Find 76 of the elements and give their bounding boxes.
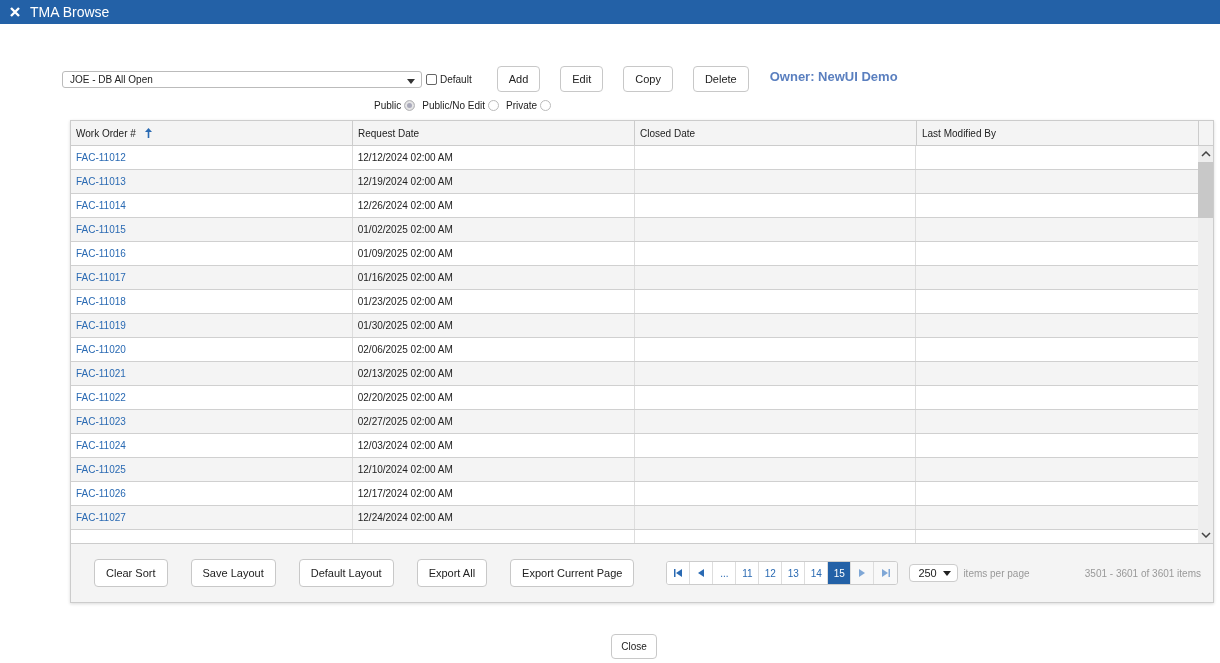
work-order-link[interactable]: FAC-11024 bbox=[76, 440, 126, 451]
radio-label: Public/No Edit bbox=[422, 100, 486, 111]
column-header[interactable]: Work Order # bbox=[71, 121, 353, 145]
work-order-link[interactable]: FAC-11020 bbox=[76, 344, 126, 355]
work-order-link[interactable]: FAC-11027 bbox=[76, 512, 126, 523]
last-page-icon bbox=[881, 569, 890, 577]
owner-label: Owner: NewUI Demo bbox=[769, 68, 898, 84]
default-checkbox[interactable] bbox=[426, 73, 437, 85]
table-cell: 12/12/2024 02:00 AM bbox=[357, 152, 453, 163]
work-order-link[interactable]: FAC-11013 bbox=[76, 176, 126, 187]
table-cell: 01/02/2025 02:00 AM bbox=[357, 224, 453, 235]
table-cell: 02/06/2025 02:00 AM bbox=[357, 344, 453, 355]
first-page-button[interactable] bbox=[667, 562, 691, 584]
table-cell: 12/26/2024 02:00 AM bbox=[357, 200, 453, 211]
footer-button[interactable]: Clear Sort bbox=[94, 559, 168, 587]
work-order-link[interactable]: FAC-11012 bbox=[76, 152, 126, 163]
radio-label: Private bbox=[506, 100, 538, 111]
column-header[interactable]: Closed Date bbox=[635, 121, 917, 145]
table-cell: 01/16/2025 02:00 AM bbox=[357, 272, 453, 283]
table-cell: 01/30/2025 02:00 AM bbox=[357, 320, 453, 331]
work-order-link[interactable]: FAC-11022 bbox=[76, 392, 126, 403]
footer-button[interactable]: Export Current Page bbox=[510, 559, 635, 587]
work-order-link[interactable]: FAC-11019 bbox=[76, 320, 126, 331]
page-button[interactable]: 15 bbox=[828, 562, 852, 584]
table-cell: 12/03/2024 02:00 AM bbox=[357, 440, 453, 451]
caret-icon bbox=[407, 78, 415, 84]
footer-button[interactable]: Export All bbox=[416, 559, 488, 587]
scroll-up-icon[interactable] bbox=[1201, 151, 1211, 157]
radio-button[interactable] bbox=[540, 100, 552, 111]
page-size-select[interactable]: 250 bbox=[909, 564, 959, 582]
table-cell: 02/27/2025 02:00 AM bbox=[357, 416, 453, 427]
first-page-icon bbox=[674, 569, 683, 577]
column-header[interactable]: Last Modified By bbox=[917, 121, 1199, 145]
work-order-link[interactable]: FAC-11026 bbox=[76, 488, 126, 499]
scrollbar[interactable] bbox=[1198, 146, 1213, 543]
work-order-link[interactable]: FAC-11025 bbox=[76, 464, 126, 475]
sort-arrow-icon bbox=[144, 128, 152, 138]
footer-button[interactable]: Save Layout bbox=[190, 559, 276, 587]
table-cell: 12/17/2024 02:00 AM bbox=[357, 488, 453, 499]
page-size-label: items per page bbox=[963, 567, 1030, 579]
scroll-down-icon[interactable] bbox=[1201, 532, 1211, 538]
work-order-link[interactable]: FAC-11014 bbox=[76, 200, 126, 211]
column-header[interactable]: Request Date bbox=[353, 121, 635, 145]
layout-select[interactable]: JOE - DB All Open bbox=[62, 70, 422, 88]
work-order-link[interactable]: FAC-11016 bbox=[76, 248, 126, 259]
scroll-thumb[interactable] bbox=[1198, 162, 1213, 218]
toolbar-button[interactable]: Copy bbox=[623, 66, 673, 92]
work-order-link[interactable]: FAC-11017 bbox=[76, 272, 126, 283]
table-cell: 12/19/2024 02:00 AM bbox=[357, 176, 453, 187]
table-cell: 01/09/2025 02:00 AM bbox=[357, 248, 453, 259]
work-order-link[interactable]: FAC-11018 bbox=[76, 296, 126, 307]
close-icon[interactable] bbox=[10, 7, 20, 17]
work-order-link[interactable]: FAC-11021 bbox=[76, 368, 126, 379]
table-cell: 02/13/2025 02:00 AM bbox=[357, 368, 453, 379]
toolbar-button[interactable]: Add bbox=[496, 66, 541, 92]
items-summary: 3501 - 3601 of 3601 items bbox=[1084, 567, 1201, 579]
footer-button[interactable]: Default Layout bbox=[298, 559, 394, 587]
radio-label: Public bbox=[374, 100, 402, 111]
work-order-link[interactable]: FAC-11015 bbox=[76, 224, 126, 235]
table-cell: 01/23/2025 02:00 AM bbox=[357, 296, 453, 307]
table-cell: 12/24/2024 02:00 AM bbox=[357, 512, 453, 523]
previous-icon bbox=[698, 569, 705, 577]
toolbar-button[interactable]: Delete bbox=[692, 66, 749, 92]
checkbox-label: Default bbox=[440, 73, 472, 85]
window-title: TMA Browse bbox=[30, 4, 110, 20]
radio-button[interactable] bbox=[404, 100, 416, 111]
next-page-button[interactable] bbox=[851, 562, 875, 584]
caret-icon bbox=[943, 570, 952, 576]
last-page-button[interactable] bbox=[874, 562, 898, 584]
close-button[interactable]: Close bbox=[611, 634, 657, 659]
table-cell: 02/20/2025 02:00 AM bbox=[357, 392, 453, 403]
toolbar-button[interactable]: Edit bbox=[560, 66, 604, 92]
work-order-link[interactable]: FAC-11023 bbox=[76, 416, 126, 427]
table-cell: 12/10/2024 02:00 AM bbox=[357, 464, 453, 475]
next-icon bbox=[859, 569, 866, 577]
radio-button[interactable] bbox=[488, 100, 500, 111]
